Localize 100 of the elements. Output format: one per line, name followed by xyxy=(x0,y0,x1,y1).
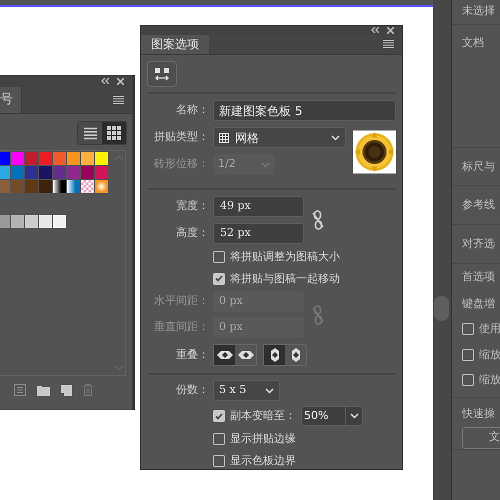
overlap-button[interactable] xyxy=(235,345,256,365)
panel-tab[interactable]: 图案选项 xyxy=(141,34,209,54)
checkbox[interactable] xyxy=(213,272,225,285)
color-swatch[interactable] xyxy=(25,215,38,228)
color-swatch[interactable] xyxy=(53,152,66,165)
dim-amount-combo[interactable]: 50% xyxy=(301,406,363,426)
checkbox-label: 副本变暗至： xyxy=(230,408,296,424)
panel-tab[interactable]: 号 xyxy=(0,87,22,113)
color-swatch[interactable] xyxy=(0,215,10,228)
menu-icon[interactable] xyxy=(383,40,394,48)
close-icon[interactable] xyxy=(387,26,394,34)
checkbox-label: 使用 xyxy=(479,321,500,337)
input-field[interactable]: 49 px xyxy=(213,196,304,217)
collapse-icon[interactable] xyxy=(101,78,109,84)
checkbox-label: 将拼贴与图稿一起移动 xyxy=(230,270,340,286)
field-label: 重叠： xyxy=(175,346,209,363)
color-swatch[interactable] xyxy=(95,166,108,179)
color-swatch[interactable] xyxy=(11,180,24,193)
copies-dropdown[interactable]: 5 x 5 xyxy=(213,380,280,401)
field-label: 名称： xyxy=(175,102,209,118)
list-view-button[interactable] xyxy=(78,122,102,144)
scrollbar-thumb[interactable] xyxy=(434,296,449,321)
color-swatch[interactable] xyxy=(0,166,10,179)
color-swatch[interactable] xyxy=(0,180,10,193)
caret-icon xyxy=(265,388,274,394)
overlap-icon xyxy=(290,348,300,362)
menu-icon[interactable] xyxy=(113,96,124,104)
tile-type-dropdown[interactable]: 网格 xyxy=(213,127,346,148)
section-title: 快速操 xyxy=(462,406,496,422)
field-label: 份数： xyxy=(175,382,209,398)
input-field[interactable]: 52 px xyxy=(213,223,304,244)
overlap-icon xyxy=(270,348,280,362)
checkmark-icon xyxy=(215,275,223,282)
color-swatch[interactable] xyxy=(11,166,24,179)
color-swatch[interactable] xyxy=(39,180,52,193)
color-swatch[interactable] xyxy=(53,166,66,179)
overlap-button[interactable] xyxy=(264,345,285,365)
tile-tool-icon xyxy=(154,67,170,81)
checkbox[interactable] xyxy=(462,323,474,336)
field-label: 拼贴类型： xyxy=(153,129,209,146)
section-title: 标尺与 xyxy=(462,159,496,175)
section-title: 未选择 xyxy=(462,3,496,19)
color-swatch[interactable] xyxy=(25,152,38,165)
section-title: 文档 xyxy=(462,35,485,51)
color-swatch[interactable] xyxy=(39,166,52,179)
pattern-tile-tool-button[interactable] xyxy=(147,61,177,87)
close-icon[interactable] xyxy=(117,78,124,84)
trash-icon[interactable] xyxy=(83,384,93,396)
color-swatch[interactable] xyxy=(39,215,52,228)
checkmark-icon xyxy=(215,412,223,420)
overlap-icon xyxy=(216,350,232,360)
checkbox[interactable] xyxy=(213,433,225,446)
collapse-icon[interactable] xyxy=(371,27,379,34)
caret-icon xyxy=(261,162,270,168)
section-subtitle: 键盘增 xyxy=(462,296,496,312)
color-swatch[interactable] xyxy=(39,152,52,165)
color-swatch[interactable] xyxy=(11,215,24,228)
checkbox[interactable] xyxy=(213,251,225,264)
color-swatch[interactable] xyxy=(95,152,108,165)
checkbox[interactable] xyxy=(213,454,225,467)
chain-link-icon[interactable] xyxy=(312,210,324,230)
overlap-icon xyxy=(238,350,254,360)
color-swatch[interactable] xyxy=(67,152,80,165)
color-swatch[interactable] xyxy=(25,166,38,179)
caret-icon xyxy=(331,134,340,140)
overlap-button[interactable] xyxy=(214,345,235,365)
section-title: 首选项 xyxy=(462,269,496,285)
field-label: 宽度： xyxy=(175,198,209,214)
checkbox-label: 将拼贴调整为图稿大小 xyxy=(230,249,340,265)
list-options-icon[interactable] xyxy=(14,384,26,396)
color-swatch[interactable] xyxy=(11,152,24,165)
quick-action-button[interactable]: 文 xyxy=(462,426,500,448)
folder-icon[interactable] xyxy=(37,384,50,396)
grid-view-button[interactable] xyxy=(102,122,126,144)
field-label: 高度： xyxy=(175,225,209,242)
checkbox[interactable] xyxy=(462,348,474,361)
list-icon xyxy=(84,126,96,140)
color-swatch[interactable] xyxy=(95,180,108,193)
checkbox[interactable] xyxy=(213,410,225,422)
field-label: 水平间距： xyxy=(153,293,209,310)
color-swatch[interactable] xyxy=(81,152,94,165)
color-swatch[interactable] xyxy=(0,152,10,165)
color-swatch[interactable] xyxy=(53,180,66,193)
field-label: 垂直间距： xyxy=(153,319,209,336)
checkbox-label: 显示拼贴边缘 xyxy=(230,431,296,447)
color-swatch[interactable] xyxy=(25,180,38,193)
checkbox[interactable] xyxy=(462,374,474,386)
color-swatch[interactable] xyxy=(53,215,66,228)
checkbox-label: 显示色板边界 xyxy=(230,452,296,468)
field-label: 砖形位移： xyxy=(153,156,209,172)
section-title: 对齐选 xyxy=(462,236,496,252)
name-field[interactable]: 新建图案色板 5 xyxy=(213,100,396,121)
new-swatch-icon[interactable] xyxy=(61,384,72,396)
grid-icon xyxy=(219,132,229,142)
caret-icon xyxy=(350,413,358,419)
color-swatch[interactable] xyxy=(67,180,80,193)
color-swatch[interactable] xyxy=(67,166,80,179)
color-swatch[interactable] xyxy=(81,166,94,179)
grid-icon xyxy=(107,126,121,140)
color-swatch[interactable] xyxy=(81,180,94,193)
